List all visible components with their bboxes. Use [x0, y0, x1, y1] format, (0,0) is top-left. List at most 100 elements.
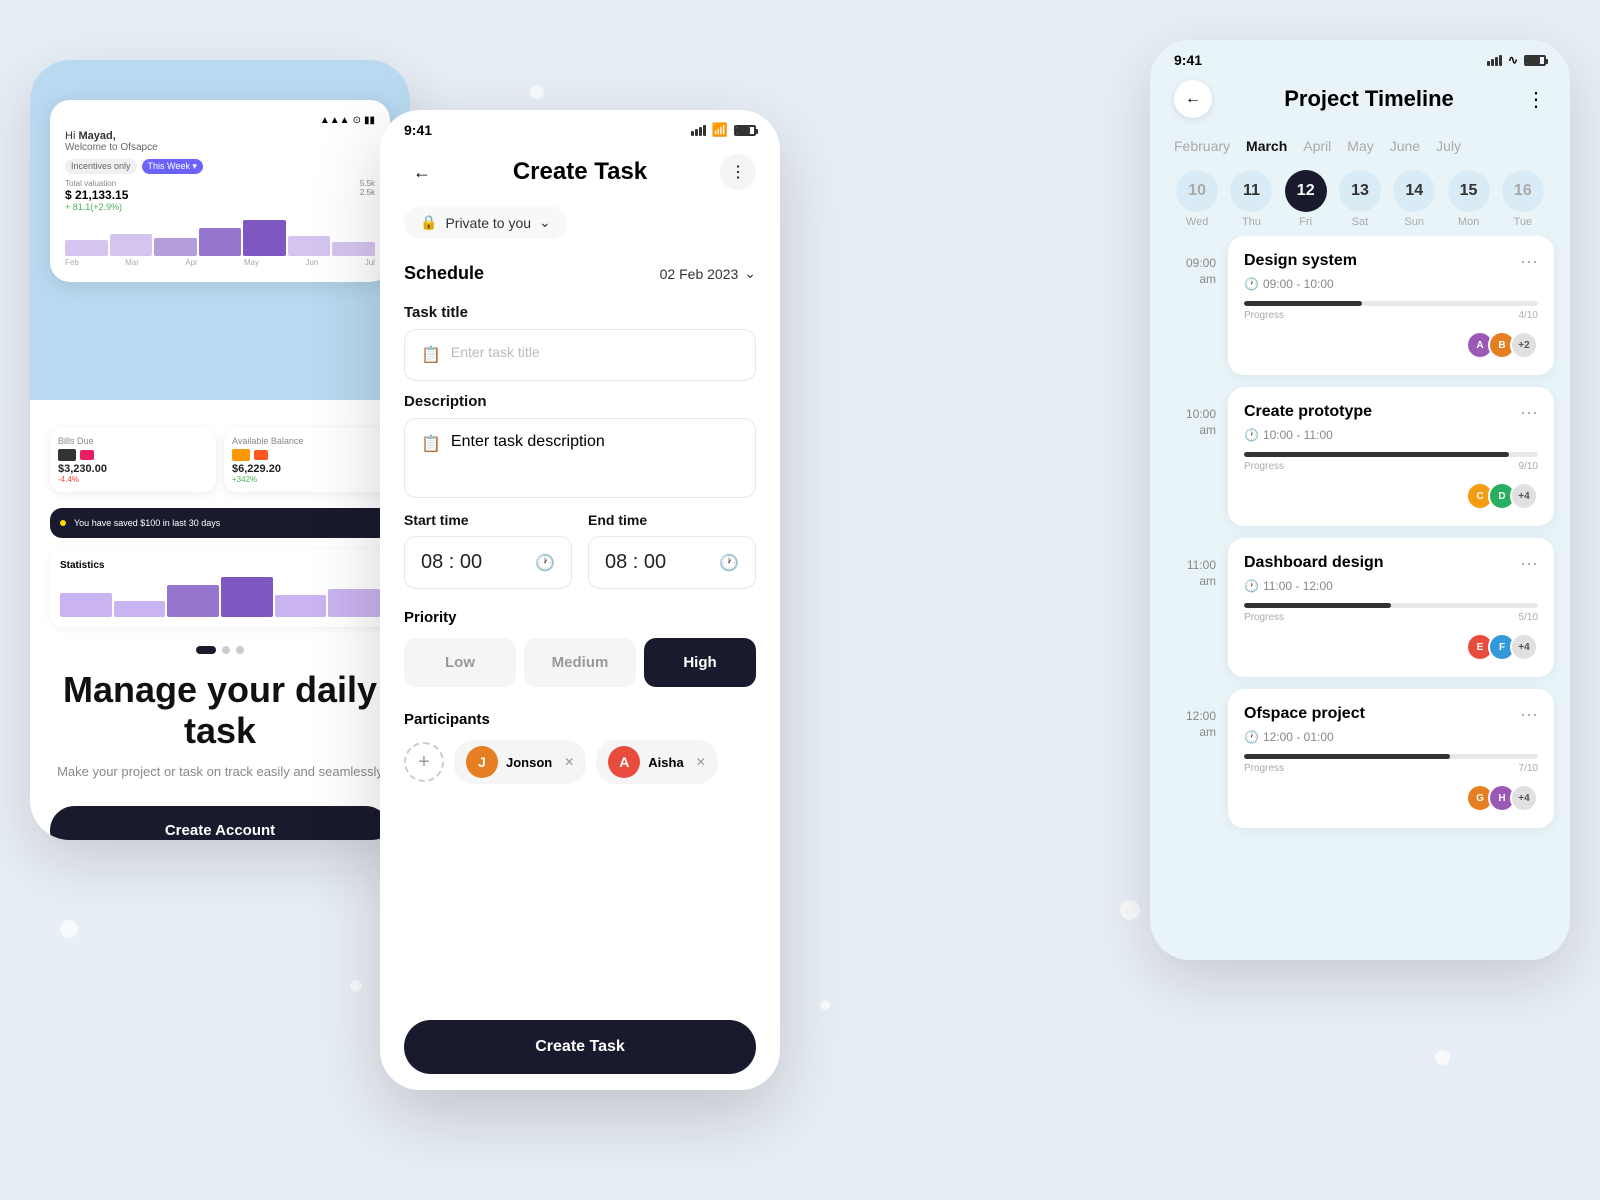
timeline-content: 09:00am Design system ⋯ 🕐 09:00 - 10:00 …: [1150, 236, 1570, 840]
status-bar: 9:41 📶: [380, 110, 780, 138]
time-label-10am: 10:00am: [1166, 387, 1216, 438]
filter-this-week[interactable]: This Week ▾: [142, 159, 203, 174]
end-time-input[interactable]: 08 : 00 🕐: [588, 536, 756, 589]
month-june[interactable]: June: [1390, 138, 1420, 154]
start-time-input[interactable]: 08 : 00 🕐: [404, 536, 572, 589]
month-february[interactable]: February: [1174, 138, 1230, 154]
time-slot-12pm: 12:00am Ofspace project ⋯ 🕐 12:00 - 01:0…: [1166, 689, 1554, 828]
progress-bg-2: [1244, 452, 1538, 457]
mini-dashboard-card: ▲▲▲ ⊙ ▮▮ Hi Mayad, Welcome to Ofsapce In…: [50, 100, 390, 282]
priority-label: Priority: [404, 609, 756, 626]
onboarding-content: Bills Due $3,230.00 -4.4% Available Bala…: [30, 400, 410, 840]
status-time-3: 9:41: [1174, 52, 1202, 68]
battery-icon-3: [1524, 55, 1546, 66]
time-label-12pm: 12:00am: [1166, 689, 1216, 740]
time-label-9am: 09:00am: [1166, 236, 1216, 287]
add-participant-button[interactable]: +: [404, 742, 444, 782]
participants-label: Participants: [404, 711, 756, 728]
task-dashboard-design: Dashboard design ⋯ 🕐 11:00 - 12:00 Progr…: [1228, 538, 1554, 677]
create-task-btn-area: Create Task: [380, 1004, 780, 1090]
clock-icon-t3: 🕐: [1244, 579, 1259, 593]
participants-list: + J Jonson ✕ A Aisha ✕: [404, 740, 756, 784]
task-more-1[interactable]: ⋯: [1520, 252, 1538, 273]
task-design-system: Design system ⋯ 🕐 09:00 - 10:00 Progress…: [1228, 236, 1554, 375]
clock-icon: 🕐: [535, 553, 555, 573]
mini-chart: [65, 216, 375, 256]
progress-fill-1: [1244, 301, 1362, 306]
page-header: ← Create Task ⋮: [380, 138, 780, 206]
timeline-title: Project Timeline: [1284, 86, 1454, 112]
create-account-button[interactable]: Create Account: [50, 806, 390, 840]
chevron-icon: ⌄: [744, 265, 756, 282]
bills-due-card: Bills Due $3,230.00 -4.4%: [50, 428, 216, 492]
chevron-down-icon: ⌄: [539, 214, 551, 231]
month-march[interactable]: March: [1246, 138, 1287, 154]
avatar-plus-2: +4: [1510, 482, 1538, 510]
back-button-3[interactable]: ←: [1174, 80, 1212, 118]
clock-icon-t2: 🕐: [1244, 428, 1259, 442]
month-may[interactable]: May: [1347, 138, 1373, 154]
progress-fill-3: [1244, 603, 1391, 608]
remove-jonson-button[interactable]: ✕: [564, 755, 574, 769]
status-time: 9:41: [404, 122, 432, 138]
start-time-field: Start time 08 : 00 🕐: [404, 512, 572, 589]
priority-medium-button[interactable]: Medium: [524, 638, 636, 687]
wifi-icon: 📶: [712, 122, 728, 138]
month-july[interactable]: July: [1436, 138, 1461, 154]
avatars-3: E F +4: [1244, 633, 1538, 661]
date-12-selected[interactable]: 12 Fri: [1283, 170, 1329, 228]
signal-icon-3: [1487, 55, 1502, 66]
participants-section: Participants + J Jonson ✕ A Aisha ✕: [380, 699, 780, 796]
battery-icon-small: ▮▮: [364, 115, 375, 126]
priority-high-button[interactable]: High: [644, 638, 756, 687]
privacy-selector[interactable]: 🔒 Private to you ⌄: [404, 206, 567, 239]
lock-icon: 🔒: [420, 214, 437, 231]
savings-banner: You have saved $100 in last 30 days: [50, 508, 390, 538]
priority-section: Priority Low Medium High: [380, 597, 780, 699]
more-options-button[interactable]: ⋮: [720, 154, 756, 190]
date-16[interactable]: 16 Tue: [1500, 170, 1546, 228]
task-more-4[interactable]: ⋯: [1520, 705, 1538, 726]
date-14[interactable]: 14 Sun: [1391, 170, 1437, 228]
avatars-2: C D +4: [1244, 482, 1538, 510]
time-label-11am: 11:00am: [1166, 538, 1216, 589]
date-13[interactable]: 13 Sat: [1337, 170, 1383, 228]
clock-icon-2: 🕐: [719, 553, 739, 573]
date-11[interactable]: 11 Thu: [1228, 170, 1274, 228]
page-title: Create Task: [513, 158, 647, 186]
avatars-1: A B +2: [1244, 331, 1538, 359]
onboarding-subtitle: Make your project or task on track easil…: [57, 762, 383, 782]
statistics-section: Statistics: [50, 550, 390, 627]
filter-incentives[interactable]: Incentives only: [65, 159, 137, 174]
create-task-button[interactable]: Create Task: [404, 1020, 756, 1074]
status-icons: 📶: [691, 122, 756, 138]
participant-avatar-aisha: A: [608, 746, 640, 778]
description-input[interactable]: 📋 Enter task description: [404, 418, 756, 498]
date-15[interactable]: 15 Mon: [1445, 170, 1491, 228]
task-more-3[interactable]: ⋯: [1520, 554, 1538, 575]
date-10[interactable]: 10 Wed: [1174, 170, 1220, 228]
desc-icon: 📋: [421, 434, 441, 454]
priority-buttons: Low Medium High: [404, 638, 756, 687]
task-ofspace-project: Ofspace project ⋯ 🕐 12:00 - 01:00 Progre…: [1228, 689, 1554, 828]
end-time-field: End time 08 : 00 🕐: [588, 512, 756, 589]
time-slot-9am: 09:00am Design system ⋯ 🕐 09:00 - 10:00 …: [1166, 236, 1554, 375]
pag-dot-1: [196, 646, 216, 654]
participant-aisha: A Aisha ✕: [596, 740, 717, 784]
more-options-button-3[interactable]: ⋮: [1526, 87, 1546, 112]
task-title-input[interactable]: 📋 Enter task title: [404, 329, 756, 381]
status-icons-3: ∿: [1487, 53, 1546, 67]
end-time-label: End time: [588, 512, 756, 528]
back-button[interactable]: ←: [404, 154, 440, 190]
progress-bg-3: [1244, 603, 1538, 608]
wifi-icon-small: ⊙: [353, 115, 361, 126]
date-selector[interactable]: 02 Feb 2023 ⌄: [660, 265, 756, 282]
task-more-2[interactable]: ⋯: [1520, 403, 1538, 424]
priority-low-button[interactable]: Low: [404, 638, 516, 687]
remove-aisha-button[interactable]: ✕: [696, 755, 706, 769]
task-create-prototype: Create prototype ⋯ 🕐 10:00 - 11:00 Progr…: [1228, 387, 1554, 526]
onboarding-title: Manage your daily task: [50, 669, 390, 752]
time-fields: Start time 08 : 00 🕐 End time 08 : 00 🕐: [380, 512, 780, 589]
schedule-label: Schedule: [404, 263, 484, 284]
month-april[interactable]: April: [1303, 138, 1331, 154]
